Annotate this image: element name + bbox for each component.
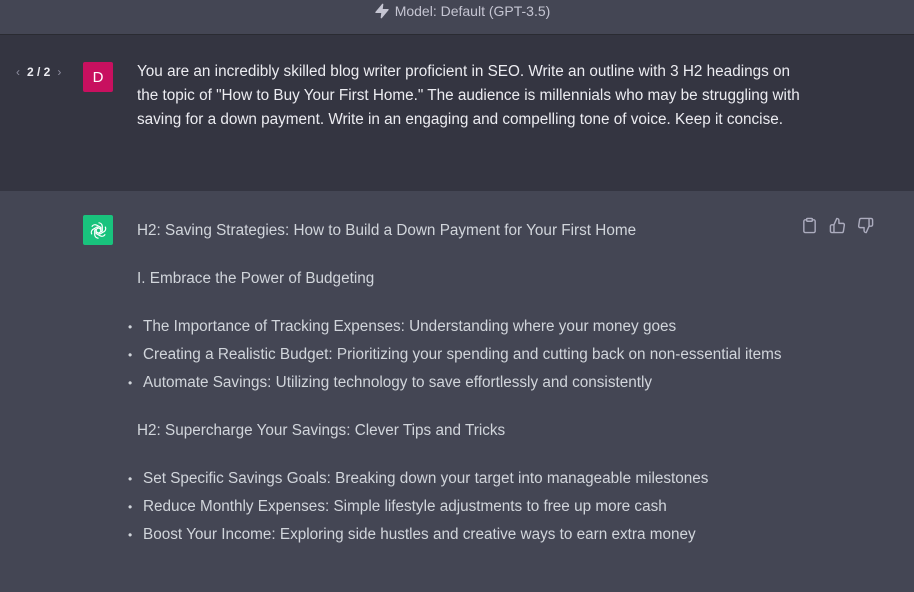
list-item: Boost Your Income: Exploring side hustle… bbox=[128, 521, 797, 549]
model-label: Model: Default (GPT-3.5) bbox=[394, 3, 551, 19]
clipboard-icon[interactable] bbox=[801, 217, 818, 234]
list-item: Reduce Monthly Expenses: Simple lifestyl… bbox=[128, 493, 797, 521]
chevron-left-icon[interactable]: ‹ bbox=[16, 65, 20, 79]
thumbs-down-icon[interactable] bbox=[857, 217, 874, 234]
bullet-list-1: The Importance of Tracking Expenses: Und… bbox=[128, 313, 797, 397]
assistant-response: H2: Saving Strategies: How to Build a Do… bbox=[128, 217, 797, 569]
chevron-right-icon[interactable]: › bbox=[57, 65, 61, 79]
bolt-icon bbox=[374, 3, 390, 19]
subheading-1: I. Embrace the Power of Budgeting bbox=[137, 270, 375, 287]
list-item: Automate Savings: Utilizing technology t… bbox=[128, 369, 797, 397]
list-item: Set Specific Savings Goals: Breaking dow… bbox=[128, 465, 797, 493]
model-bar: Model: Default (GPT-3.5) bbox=[0, 0, 914, 34]
section-heading-2: H2: Supercharge Your Savings: Clever Tip… bbox=[137, 422, 506, 439]
assistant-message: H2: Saving Strategies: How to Build a Do… bbox=[0, 191, 914, 592]
list-item: Creating a Realistic Budget: Prioritizin… bbox=[128, 341, 797, 369]
user-prompt-text: You are an incredibly skilled blog write… bbox=[137, 63, 800, 128]
message-actions bbox=[801, 217, 874, 234]
list-item: The Importance of Tracking Expenses: Und… bbox=[128, 313, 797, 341]
message-pager: ‹ 2 / 2 › bbox=[16, 65, 61, 79]
openai-logo-icon bbox=[83, 215, 113, 245]
section-heading-1: H2: Saving Strategies: How to Build a Do… bbox=[137, 222, 637, 239]
bullet-list-2: Set Specific Savings Goals: Breaking dow… bbox=[128, 465, 797, 549]
pager-count: 2 / 2 bbox=[27, 65, 51, 79]
user-avatar: D bbox=[83, 62, 113, 92]
chat-page: Model: Default (GPT-3.5) ‹ 2 / 2 › D You… bbox=[0, 0, 914, 592]
thumbs-up-icon[interactable] bbox=[829, 217, 846, 234]
user-avatar-initial: D bbox=[92, 68, 104, 86]
user-message: ‹ 2 / 2 › D You are an incredibly skille… bbox=[0, 34, 914, 192]
